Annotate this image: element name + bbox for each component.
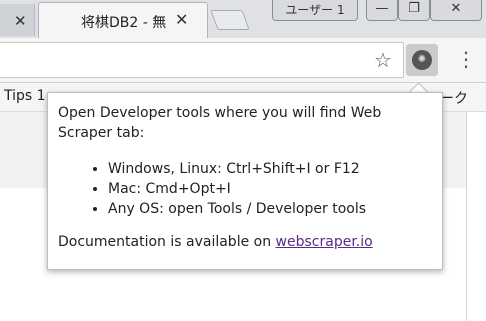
profile-button[interactable]: ユーザー 1 [272,0,358,21]
documentation-link[interactable]: webscraper.io [276,234,373,250]
tab-active-close-icon[interactable]: ✕ [175,10,188,29]
documentation-line: Documentation is available on webscraper… [58,234,373,250]
bookmark-item-other[interactable]: ーク [440,88,468,108]
list-item: Mac: Cmd+Opt+I [108,179,366,199]
new-tab-button[interactable] [210,10,250,30]
tab-previous-close-icon[interactable]: ✕ [14,12,27,30]
minimize-button[interactable]: — [366,0,398,21]
tab-active-title: 将棋DB2 - 無 [81,15,167,31]
restore-button[interactable]: ❐ [398,0,430,21]
popup-intro-text: Open Developer tools where you will find… [58,105,382,141]
close-window-button[interactable]: ✕ [430,0,482,21]
list-item: Windows, Linux: Ctrl+Shift+I or F12 [108,159,366,179]
extension-popup: Open Developer tools where you will find… [47,92,443,270]
address-bar[interactable] [0,42,404,78]
scrollbar-track[interactable] [466,112,467,321]
bookmark-item[interactable]: Tips 1 [4,88,46,104]
bookmark-star-icon[interactable]: ☆ [374,48,392,72]
tab-previous[interactable]: ✕ [0,4,35,36]
tab-active[interactable]: 将棋DB2 - 無 ✕ [38,2,208,39]
web-scraper-icon: ✺ [412,50,432,70]
list-item: Any OS: open Tools / Developer tools [108,199,366,219]
documentation-text: Documentation is available on [58,234,276,250]
shortcut-list: Windows, Linux: Ctrl+Shift+I or F12 Mac:… [58,159,366,219]
web-scraper-extension-button[interactable]: ✺ [406,44,438,76]
menu-kebab-icon[interactable]: ⋮ [456,46,476,72]
